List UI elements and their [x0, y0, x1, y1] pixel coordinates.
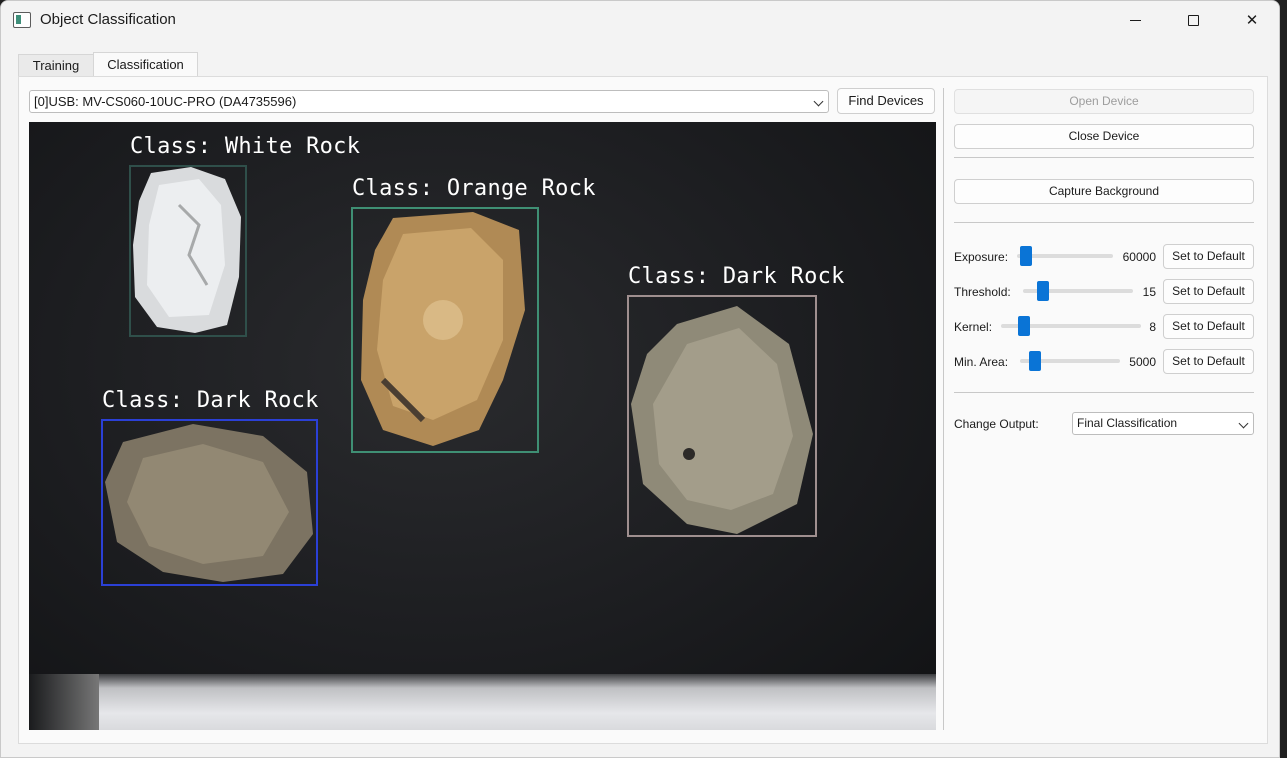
kernel-value: 8	[1149, 320, 1156, 334]
exposure-label: Exposure:	[954, 250, 1009, 264]
detection-label-dark-rock-left: Class: Dark Rock	[102, 388, 319, 413]
exposure-default-button[interactable]: Set to Default	[1163, 244, 1254, 269]
detection-label-white-rock: Class: White Rock	[130, 134, 361, 159]
find-devices-button[interactable]: Find Devices	[837, 88, 935, 114]
window-title: Object Classification	[40, 11, 176, 28]
detection-box-orange-rock	[351, 207, 539, 453]
kernel-slider-handle[interactable]	[1018, 316, 1030, 336]
app-icon	[13, 12, 31, 28]
minimize-button[interactable]	[1106, 1, 1164, 39]
panel-divider	[943, 88, 944, 730]
threshold-value: 15	[1142, 285, 1156, 299]
kernel-slider[interactable]	[1001, 316, 1141, 336]
threshold-slider-handle[interactable]	[1037, 281, 1049, 301]
detection-box-dark-rock-right	[627, 295, 817, 537]
detection-box-dark-rock-left	[101, 419, 318, 586]
divider	[954, 222, 1254, 223]
background-window-edge	[1281, 0, 1287, 758]
chevron-down-icon	[813, 96, 824, 107]
kernel-default-button[interactable]: Set to Default	[1163, 314, 1254, 339]
kernel-label: Kernel:	[954, 320, 993, 334]
chevron-down-icon	[1238, 418, 1249, 429]
device-dropdown[interactable]: [0]USB: MV-CS060-10UC-PRO (DA4735596)	[29, 90, 829, 113]
threshold-default-button[interactable]: Set to Default	[1163, 279, 1254, 304]
min-area-slider-handle[interactable]	[1029, 351, 1041, 371]
exposure-slider[interactable]	[1017, 246, 1113, 266]
exposure-value: 60000	[1122, 250, 1156, 264]
maximize-icon	[1187, 14, 1199, 26]
open-device-button[interactable]: Open Device	[954, 89, 1254, 114]
minimize-icon	[1129, 19, 1141, 21]
output-dropdown-value: Final Classification	[1077, 416, 1178, 430]
maximize-button[interactable]	[1164, 1, 1222, 39]
output-dropdown[interactable]: Final Classification	[1072, 412, 1254, 435]
threshold-slider[interactable]	[1023, 281, 1133, 301]
title-bar: Object Classification ✕	[1, 1, 1279, 39]
detection-label-dark-rock-right: Class: Dark Rock	[628, 264, 845, 289]
close-icon: ✕	[1245, 12, 1259, 29]
min-area-slider[interactable]	[1020, 351, 1120, 371]
conveyor-edge	[29, 674, 936, 730]
divider	[954, 392, 1254, 393]
min-area-default-button[interactable]: Set to Default	[1163, 349, 1254, 374]
detection-label-orange-rock: Class: Orange Rock	[352, 176, 596, 201]
min-area-label: Min. Area:	[954, 355, 1009, 369]
threshold-label: Threshold:	[954, 285, 1011, 299]
tab-bar: Training Classification	[18, 52, 198, 77]
divider	[954, 157, 1254, 158]
device-dropdown-value: [0]USB: MV-CS060-10UC-PRO (DA4735596)	[34, 94, 297, 109]
detection-box-white-rock	[129, 165, 247, 337]
exposure-slider-handle[interactable]	[1020, 246, 1032, 266]
tab-classification[interactable]: Classification	[93, 52, 198, 77]
close-window-button[interactable]: ✕	[1223, 1, 1279, 39]
capture-background-button[interactable]: Capture Background	[954, 179, 1254, 204]
change-output-label: Change Output:	[954, 417, 1039, 431]
tab-training[interactable]: Training	[18, 54, 94, 76]
close-device-button[interactable]: Close Device	[954, 124, 1254, 149]
camera-feed: Class: White Rock Class: Orange Rock Cla…	[29, 122, 936, 730]
min-area-value: 5000	[1129, 355, 1156, 369]
